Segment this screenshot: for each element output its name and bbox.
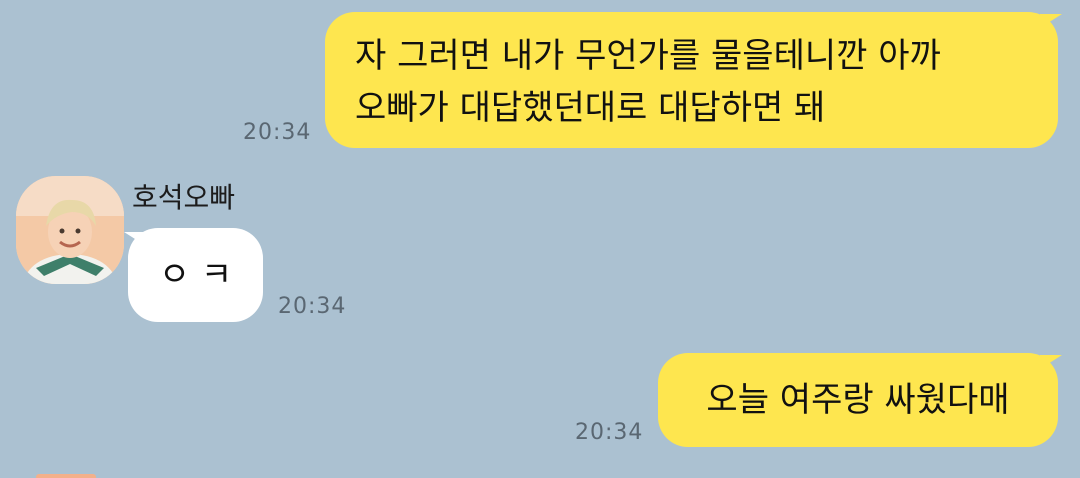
their-message-bubble[interactable]: ㅇ ㅋ (128, 228, 263, 322)
message-line: 오빠가 대답했던대로 대답하면 돼 (355, 88, 826, 128)
sender-name: 호석오빠 (132, 181, 236, 214)
my-message-bubble[interactable]: 오늘 여주랑 싸웠다매 (658, 353, 1058, 447)
avatar[interactable] (16, 176, 124, 284)
profile-photo-icon (16, 176, 124, 284)
avatar-partial (36, 474, 96, 478)
bubble-tail (1040, 355, 1062, 369)
message-text: 오늘 여주랑 싸웠다매 (706, 380, 1010, 420)
message-timestamp: 20:34 (575, 420, 644, 445)
message-line: 자 그러면 내가 무언가를 물을테니깐 아까 (355, 36, 941, 76)
bubble-tail (1040, 14, 1062, 28)
message-timestamp: 20:34 (243, 120, 312, 145)
message-text: ㅇ ㅋ (158, 255, 233, 295)
message-timestamp: 20:34 (278, 294, 347, 319)
my-message-bubble[interactable]: 자 그러면 내가 무언가를 물을테니깐 아까 오빠가 대답했던대로 대답하면 돼 (325, 12, 1058, 148)
